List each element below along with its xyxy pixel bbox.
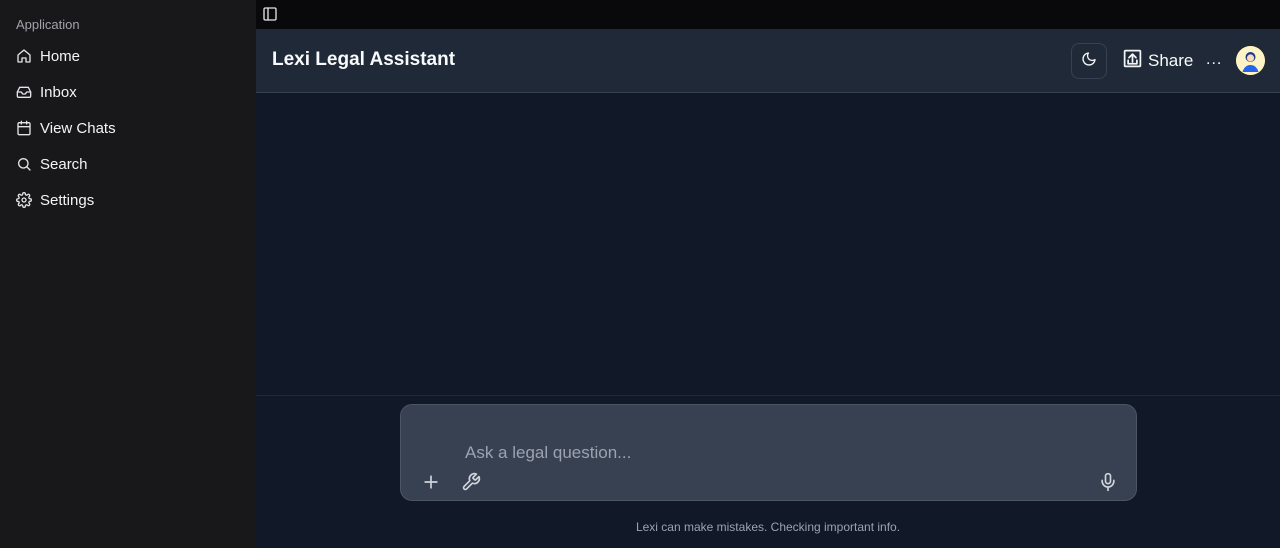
plus-icon[interactable] bbox=[421, 472, 441, 492]
sidebar-item-label: Settings bbox=[40, 191, 95, 209]
calendar-icon bbox=[16, 120, 32, 136]
gear-icon bbox=[16, 192, 32, 208]
more-options-button[interactable]: ... bbox=[1206, 51, 1222, 69]
wrench-icon[interactable] bbox=[461, 472, 481, 492]
sidebar-item-label: View Chats bbox=[40, 119, 116, 137]
message-area bbox=[256, 94, 1280, 396]
share-icon bbox=[1122, 48, 1143, 74]
sidebar-group-label: Application bbox=[16, 17, 80, 32]
chat-composer bbox=[400, 404, 1137, 501]
home-icon bbox=[16, 48, 32, 64]
theme-toggle-button[interactable] bbox=[1071, 43, 1107, 79]
chat-input[interactable] bbox=[465, 441, 1065, 465]
sidebar-item-settings[interactable]: Settings bbox=[8, 184, 248, 216]
sidebar: Application Home Inbox View Chats Search… bbox=[0, 0, 256, 548]
disclaimer-text: Lexi can make mistakes. Checking importa… bbox=[635, 520, 901, 534]
avatar[interactable] bbox=[1236, 46, 1265, 75]
sidebar-item-view-chats[interactable]: View Chats bbox=[8, 112, 248, 144]
sidebar-toggle-icon[interactable] bbox=[262, 6, 278, 22]
sidebar-item-label: Search bbox=[40, 155, 88, 173]
page-title: Lexi Legal Assistant bbox=[272, 49, 456, 70]
sidebar-item-inbox[interactable]: Inbox bbox=[8, 76, 248, 108]
sidebar-item-search[interactable]: Search bbox=[8, 148, 248, 180]
sidebar-item-label: Inbox bbox=[40, 83, 77, 101]
inbox-icon bbox=[16, 84, 32, 100]
sidebar-item-home[interactable]: Home bbox=[8, 40, 248, 72]
sidebar-item-label: Home bbox=[40, 47, 81, 65]
microphone-icon[interactable] bbox=[1098, 472, 1118, 492]
top-bar bbox=[256, 0, 1280, 29]
share-label: Share bbox=[1148, 51, 1194, 70]
moon-icon bbox=[1081, 51, 1097, 72]
search-icon bbox=[16, 156, 32, 172]
share-button[interactable]: Share bbox=[1122, 49, 1193, 73]
chat-header: Lexi Legal Assistant Share ... bbox=[256, 29, 1280, 93]
